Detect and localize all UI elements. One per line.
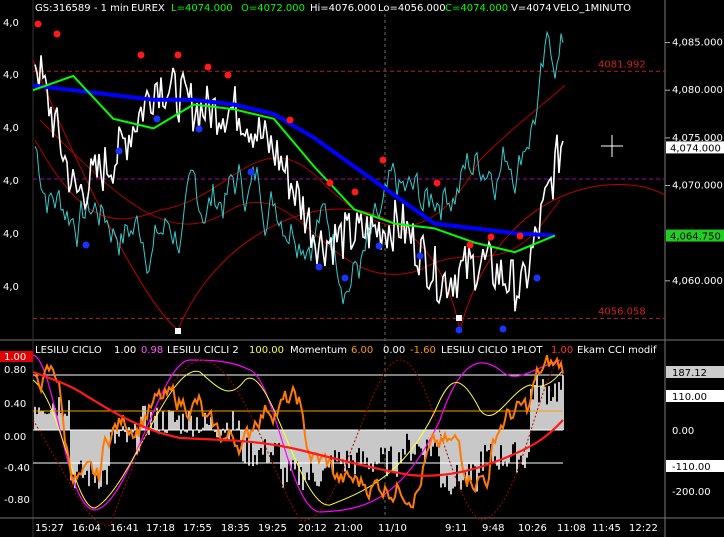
time-axis-label: 18:35 (221, 523, 250, 534)
time-axis-label: 19:25 (258, 523, 287, 534)
left-axis-label: 4,0 (3, 176, 19, 187)
header-low: Lo=4056.000 (378, 3, 446, 14)
swing-low-dot (533, 274, 541, 282)
legend-ekam-cci-label: Ekam CCI modif (577, 345, 657, 356)
legend-lesilu-ciclo-value2: 0.98 (141, 345, 163, 356)
lower-right-axis-label: -110.00 (672, 462, 711, 473)
swing-low-dot (375, 242, 383, 250)
level-low-label: 4056.058 (598, 306, 646, 317)
last-price-tag-label: 4,074.000 (670, 143, 721, 154)
time-axis-label: 16:04 (72, 523, 101, 534)
swing-high-dot (204, 63, 212, 71)
lower-right-axis-label: -200.00 (672, 487, 711, 498)
left-axis-label: 4,0 (3, 123, 19, 134)
swing-high-dot (34, 20, 42, 28)
chart-canvas[interactable]: GS:316589 - 1 min EUREX L=4074.000 O=4072.0… (0, 0, 724, 537)
lower-right-axis-label: 110.00 (672, 392, 707, 403)
lower-right-axis-label: 187.12 (672, 368, 707, 379)
swing-high-dot (516, 232, 524, 240)
time-axis-label: 10:26 (518, 523, 547, 534)
left-axis-label: 4,0 (3, 18, 19, 29)
legend-momentum-value3: -1.60 (410, 345, 436, 356)
cycle-marker (175, 328, 181, 334)
left-axis-label: 4,0 (3, 70, 19, 81)
time-axis-label: 9:48 (482, 523, 504, 534)
swing-low-dot (416, 252, 424, 260)
cycle-marker (456, 315, 462, 321)
header-last: L=4074.000 (171, 3, 233, 14)
legend-momentum-value: 6.00 (351, 345, 373, 356)
header-symbol: GS:316589 - 1 min (35, 3, 129, 14)
time-axis-label: 12:22 (629, 523, 658, 534)
header-study: VELO_1MINUTO (553, 3, 631, 14)
time-axis-label: 17:55 (183, 523, 212, 534)
chart-window: GS:316589 - 1 min EUREX L=4074.000 O=4072.0… (0, 0, 724, 537)
legend-lesilu-ciclo-value: 1.00 (114, 345, 136, 356)
green-moving-average (32, 74, 556, 254)
ma-price-tag-label: 4,064.750 (670, 232, 721, 243)
swing-low-dot (82, 241, 90, 249)
time-axis-label: 20:12 (298, 523, 327, 534)
time-axis-label: 9:11 (445, 523, 467, 534)
swing-high-dot (224, 71, 232, 79)
lower-left-axis-label: -0.40 (4, 463, 30, 474)
legend-lesilu-ciclo-label: LESILU CICLO (35, 345, 102, 356)
swing-high-dot (487, 233, 495, 241)
legend-lesilu-cicli2-value: 100.00 (249, 345, 284, 356)
swing-high-dot (433, 179, 441, 187)
price-axis-label: 4,060.000 (672, 276, 723, 287)
time-axis-label: 16:41 (110, 523, 139, 534)
header-exchange: EUREX (131, 3, 165, 14)
time-axis-label: 15:27 (35, 523, 64, 534)
price-axis-label: 4,080.000 (672, 85, 723, 96)
swing-low-dot (115, 147, 123, 155)
time-axis-label: 17:18 (146, 523, 175, 534)
swing-high-dot (379, 156, 387, 164)
header-open: O=4072.000 (241, 3, 305, 14)
lower-left-axis-label: 0.40 (4, 399, 26, 410)
swing-high-dot (174, 51, 182, 59)
blue-moving-average (32, 83, 556, 238)
swing-low-dot (455, 326, 463, 334)
legend-momentum-value2: 0.00 (383, 345, 405, 356)
swing-low-dot (499, 325, 507, 333)
lower-left-axis-label: 0.00 (4, 432, 26, 443)
header-volume: V=4074 (511, 3, 552, 14)
swing-low-dot (153, 115, 161, 123)
swing-low-dot (315, 263, 323, 271)
lower-left-axis-label: 1.00 (4, 352, 26, 363)
swing-high-dot (286, 116, 294, 124)
legend-lesilu-1plot-value: 1.00 (551, 345, 573, 356)
swing-low-dot (247, 168, 255, 176)
left-axis-label: 4,0 (3, 282, 19, 293)
swing-low-dot (195, 125, 203, 133)
swing-high-dot (53, 30, 61, 38)
time-axis-label: 11/10 (378, 523, 407, 534)
swing-high-dot (351, 188, 359, 196)
legend-lesilu-cicli2-label: LESILU CICLI 2 (167, 345, 239, 356)
swing-low-dot (341, 274, 349, 282)
level-high-label: 4081.992 (598, 59, 646, 70)
left-axis-label: 4,0 (3, 229, 19, 240)
header-close: C=4074.000 (445, 3, 508, 14)
lower-left-axis-label: 0.80 (4, 365, 26, 376)
lower-right-axis-label: 0.00 (672, 426, 694, 437)
swing-high-dot (137, 51, 145, 59)
swing-high-dot (326, 179, 334, 187)
time-axis-label: 11:08 (557, 523, 586, 534)
legend-momentum-label: Momentum (290, 345, 347, 356)
swing-high-dot (466, 241, 474, 249)
price-axis-label: 4,085.000 (672, 38, 723, 49)
lower-left-axis-label: -0.80 (4, 495, 30, 506)
price-axis-label: 4,070.000 (672, 181, 723, 192)
header-high: Hi=4076.000 (310, 3, 376, 14)
time-axis-label: 11:45 (592, 523, 621, 534)
time-axis-label: 21:00 (334, 523, 363, 534)
legend-lesilu-1plot-label: LESILU CICLO 1PLOT (441, 345, 543, 356)
